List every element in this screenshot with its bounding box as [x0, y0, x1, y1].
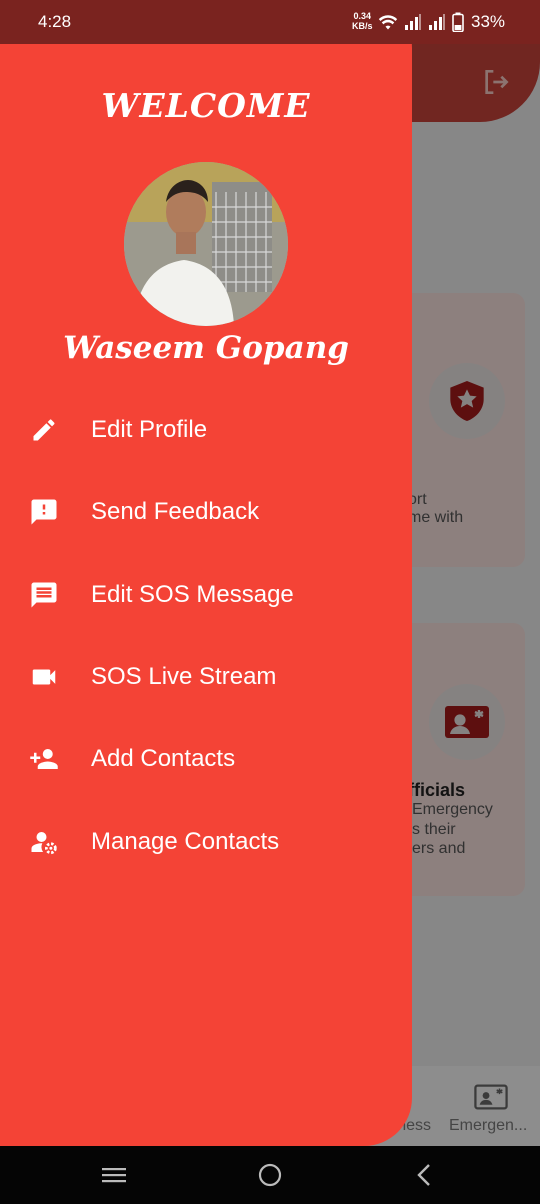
menu-item-edit-sos-message[interactable]: Edit SOS Message — [0, 565, 412, 625]
system-nav-bar — [0, 1146, 540, 1204]
person-add-icon — [28, 743, 60, 775]
menu-item-sos-live-stream[interactable]: SOS Live Stream — [0, 647, 412, 707]
status-icons — [378, 12, 464, 37]
menu-item-label: Send Feedback — [91, 498, 260, 525]
menu-item-edit-profile[interactable]: Edit Profile — [0, 400, 412, 460]
status-time: 4:28 — [38, 12, 72, 31]
message-icon — [28, 579, 60, 611]
navigation-drawer: WELCOME Waseem Gopang Edit Profile Send … — [0, 0, 412, 1146]
menu-item-send-feedback[interactable]: Send Feedback — [0, 482, 412, 542]
net-speed-unit: KB/s — [352, 21, 373, 31]
avatar — [124, 162, 288, 326]
back-button[interactable] — [410, 1161, 440, 1189]
menu-item-label: SOS Live Stream — [91, 663, 277, 690]
menu-item-add-contacts[interactable]: Add Contacts — [0, 729, 412, 789]
menu-item-label: Edit SOS Message — [91, 581, 294, 608]
net-speed-value: 0.34 — [353, 11, 372, 21]
menu-item-manage-contacts[interactable]: Manage Contacts — [0, 812, 412, 872]
videocam-icon — [28, 661, 60, 693]
menu-item-label: Manage Contacts — [91, 828, 280, 855]
signal-icon — [404, 13, 422, 36]
welcome-title: WELCOME — [101, 86, 311, 125]
menu-item-label: Add Contacts — [91, 745, 236, 772]
feedback-icon — [28, 496, 60, 528]
pencil-icon — [28, 414, 60, 446]
manage-accounts-icon — [28, 826, 60, 858]
menu-item-label: Edit Profile — [91, 416, 208, 443]
user-name: Waseem Gopang — [63, 330, 349, 366]
net-speed: 0.34 KB/s — [352, 11, 373, 31]
wifi-icon — [378, 13, 398, 36]
signal-icon — [428, 13, 446, 36]
recents-button[interactable] — [99, 1161, 129, 1189]
home-button[interactable] — [255, 1161, 285, 1189]
battery-icon — [452, 12, 464, 37]
battery-percent: 33% — [471, 12, 506, 31]
status-bar: 4:28 0.34 KB/s 33% — [0, 0, 540, 44]
